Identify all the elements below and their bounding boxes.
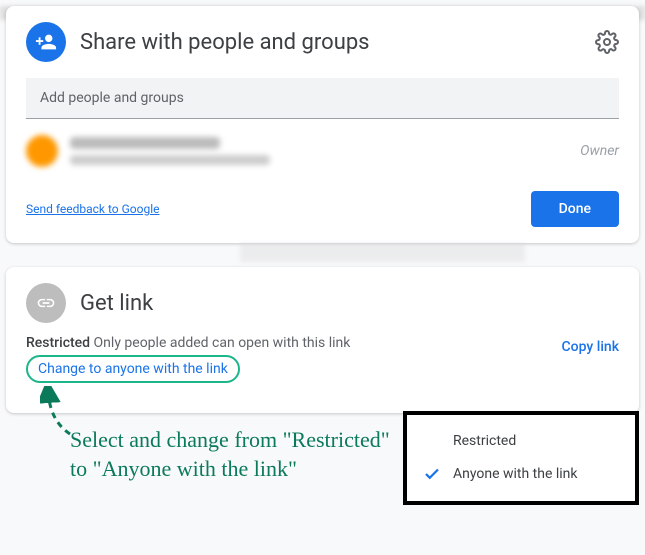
dropdown-option-restricted[interactable]: Restricted xyxy=(407,425,635,457)
visibility-dropdown: Restricted Anyone with the link xyxy=(403,411,639,505)
restricted-line: Restricted Only people added can open wi… xyxy=(26,335,350,351)
link-body: Restricted Only people added can open wi… xyxy=(26,335,619,383)
copy-link-button[interactable]: Copy link xyxy=(562,339,619,355)
restricted-desc: Only people added can open with this lin… xyxy=(94,335,351,351)
background-content-blur xyxy=(240,243,525,261)
avatar xyxy=(26,135,58,167)
share-dialog: Share with people and groups Add people … xyxy=(6,6,639,243)
link-title: Get link xyxy=(80,291,619,316)
link-icon xyxy=(26,283,66,323)
gear-icon[interactable] xyxy=(595,30,619,54)
add-people-input[interactable]: Add people and groups xyxy=(26,78,619,119)
change-to-anyone-link[interactable]: Change to anyone with the link xyxy=(26,355,240,383)
dropdown-label: Anyone with the link xyxy=(453,466,578,482)
gap xyxy=(0,243,645,261)
dropdown-option-anyone[interactable]: Anyone with the link xyxy=(407,457,635,491)
annotation-text: Select and change from "Restricted" to "… xyxy=(70,426,390,483)
restricted-label: Restricted xyxy=(26,335,90,351)
link-header: Get link xyxy=(26,283,619,323)
get-link-dialog: Get link Restricted Only people added ca… xyxy=(6,267,639,413)
share-footer: Send feedback to Google Done xyxy=(26,191,619,227)
person-add-icon xyxy=(26,22,66,62)
owner-label: Owner xyxy=(580,143,619,159)
owner-email-blurred xyxy=(70,155,270,165)
share-header: Share with people and groups xyxy=(26,22,619,62)
owner-name-blurred xyxy=(70,137,220,149)
check-icon xyxy=(423,465,441,483)
link-restriction-block: Restricted Only people added can open wi… xyxy=(26,335,350,383)
feedback-link[interactable]: Send feedback to Google xyxy=(26,202,160,216)
owner-row: Owner xyxy=(26,135,619,167)
owner-details xyxy=(70,137,568,165)
share-title: Share with people and groups xyxy=(80,30,581,55)
done-button[interactable]: Done xyxy=(531,191,619,227)
dropdown-label: Restricted xyxy=(453,433,516,449)
